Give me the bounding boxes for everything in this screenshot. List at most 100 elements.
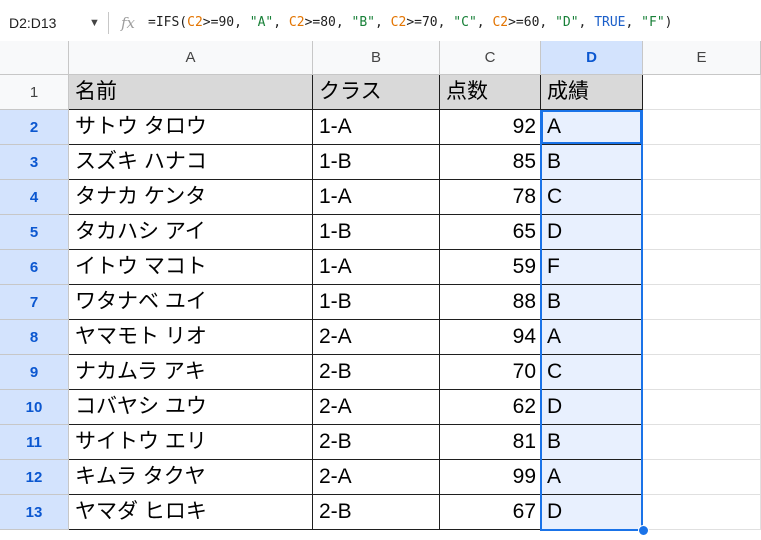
cell-e[interactable] — [643, 495, 761, 530]
header-class[interactable]: クラス — [313, 75, 440, 110]
column-header-e[interactable]: E — [643, 41, 761, 75]
column-header-a[interactable]: A — [69, 41, 313, 75]
cell-score[interactable]: 92 — [440, 110, 541, 145]
cell-name[interactable]: スズキ ハナコ — [69, 145, 313, 180]
cell-score[interactable]: 94 — [440, 320, 541, 355]
cell-e[interactable] — [643, 285, 761, 320]
cell-name[interactable]: タナカ ケンタ — [69, 180, 313, 215]
cell-e[interactable] — [643, 355, 761, 390]
column-header-d[interactable]: D — [541, 41, 643, 75]
cell-name[interactable]: イトウ マコト — [69, 250, 313, 285]
formula-token: ) — [664, 15, 673, 30]
cell-name[interactable]: ワタナベ ユイ — [69, 285, 313, 320]
cell-grade[interactable]: F — [541, 250, 643, 285]
formula-token: =IFS( — [148, 15, 188, 30]
name-box[interactable]: D2:D13 ▼ — [7, 11, 103, 35]
cell-grade[interactable]: D — [541, 390, 643, 425]
column-header-b[interactable]: B — [313, 41, 440, 75]
cell-name[interactable]: ナカムラ アキ — [69, 355, 313, 390]
cell-e[interactable] — [643, 215, 761, 250]
cell-class[interactable]: 2-B — [313, 495, 440, 530]
formula-token: "B" — [351, 15, 376, 30]
cell-grade[interactable]: A — [541, 320, 643, 355]
cell-name[interactable]: コバヤシ ユウ — [69, 390, 313, 425]
row-header-10[interactable]: 10 — [0, 390, 69, 425]
select-all-corner[interactable] — [0, 41, 69, 75]
row-header-12[interactable]: 12 — [0, 460, 69, 495]
column-header-c[interactable]: C — [440, 41, 541, 75]
cell-name[interactable]: キムラ タクヤ — [69, 460, 313, 495]
cell-grade[interactable]: C — [541, 355, 643, 390]
cell-grade[interactable]: D — [541, 495, 643, 530]
cell-class[interactable]: 1-A — [313, 180, 440, 215]
cell-class[interactable]: 1-A — [313, 250, 440, 285]
formula-token: C2 — [492, 15, 509, 30]
cell-score[interactable]: 81 — [440, 425, 541, 460]
cell-class[interactable]: 2-A — [313, 390, 440, 425]
row-header-3[interactable]: 3 — [0, 145, 69, 180]
formula-token: >=80, — [304, 15, 352, 30]
cell-class[interactable]: 2-A — [313, 320, 440, 355]
formula-token: , — [578, 15, 595, 30]
cell-class[interactable]: 1-A — [313, 110, 440, 145]
cell-e[interactable] — [643, 250, 761, 285]
cell-name[interactable]: ヤマモト リオ — [69, 320, 313, 355]
cell-e[interactable] — [643, 390, 761, 425]
cell-score[interactable]: 99 — [440, 460, 541, 495]
cell-score[interactable]: 85 — [440, 145, 541, 180]
row-header-1[interactable]: 1 — [0, 75, 69, 110]
cell-score[interactable]: 70 — [440, 355, 541, 390]
cell-grade[interactable]: D — [541, 215, 643, 250]
cell-e1[interactable] — [643, 75, 761, 110]
cell-class[interactable]: 2-B — [313, 425, 440, 460]
cell-grade[interactable]: A — [541, 460, 643, 495]
formula-token: >=60, — [508, 15, 556, 30]
cell-score[interactable]: 62 — [440, 390, 541, 425]
cell-score[interactable]: 88 — [440, 285, 541, 320]
cell-class[interactable]: 1-B — [313, 215, 440, 250]
cell-score[interactable]: 59 — [440, 250, 541, 285]
cell-e[interactable] — [643, 110, 761, 145]
cell-e[interactable] — [643, 425, 761, 460]
formula-token: "F" — [641, 15, 665, 30]
cell-grade[interactable]: B — [541, 145, 643, 180]
row-header-8[interactable]: 8 — [0, 320, 69, 355]
header-score[interactable]: 点数 — [440, 75, 541, 110]
cell-class[interactable]: 1-B — [313, 285, 440, 320]
cell-score[interactable]: 67 — [440, 495, 541, 530]
cell-class[interactable]: 2-B — [313, 355, 440, 390]
formula-token: "D" — [555, 15, 579, 30]
cell-name[interactable]: タカハシ アイ — [69, 215, 313, 250]
cell-name[interactable]: サトウ タロウ — [69, 110, 313, 145]
cell-name[interactable]: サイトウ エリ — [69, 425, 313, 460]
cell-score[interactable]: 78 — [440, 180, 541, 215]
cell-class[interactable]: 1-B — [313, 145, 440, 180]
cell-grade[interactable]: B — [541, 425, 643, 460]
cell-score[interactable]: 65 — [440, 215, 541, 250]
row-header-7[interactable]: 7 — [0, 285, 69, 320]
cell-e[interactable] — [643, 460, 761, 495]
cell-e[interactable] — [643, 180, 761, 215]
formula-token: "A" — [249, 15, 274, 30]
row-header-9[interactable]: 9 — [0, 355, 69, 390]
row-header-6[interactable]: 6 — [0, 250, 69, 285]
cell-name[interactable]: ヤマダ ヒロキ — [69, 495, 313, 530]
header-grade[interactable]: 成績 — [541, 75, 643, 110]
fill-handle[interactable] — [638, 525, 649, 536]
cell-class[interactable]: 2-A — [313, 460, 440, 495]
cell-grade[interactable]: B — [541, 285, 643, 320]
row-header-13[interactable]: 13 — [0, 495, 69, 530]
formula-token: >=90, — [202, 15, 250, 30]
row-header-2[interactable]: 2 — [0, 110, 69, 145]
formula-input[interactable]: =IFS(C2>=90, "A", C2>=80, "B", C2>=70, "… — [148, 12, 672, 34]
header-name[interactable]: 名前 — [69, 75, 313, 110]
row-header-11[interactable]: 11 — [0, 425, 69, 460]
cell-e[interactable] — [643, 145, 761, 180]
cell-e[interactable] — [643, 320, 761, 355]
chevron-down-icon[interactable]: ▼ — [89, 11, 100, 35]
row-header-4[interactable]: 4 — [0, 180, 69, 215]
formula-bar-divider — [108, 12, 109, 34]
formula-token: "C" — [453, 15, 477, 30]
row-header-5[interactable]: 5 — [0, 215, 69, 250]
cell-grade[interactable]: C — [541, 180, 643, 215]
